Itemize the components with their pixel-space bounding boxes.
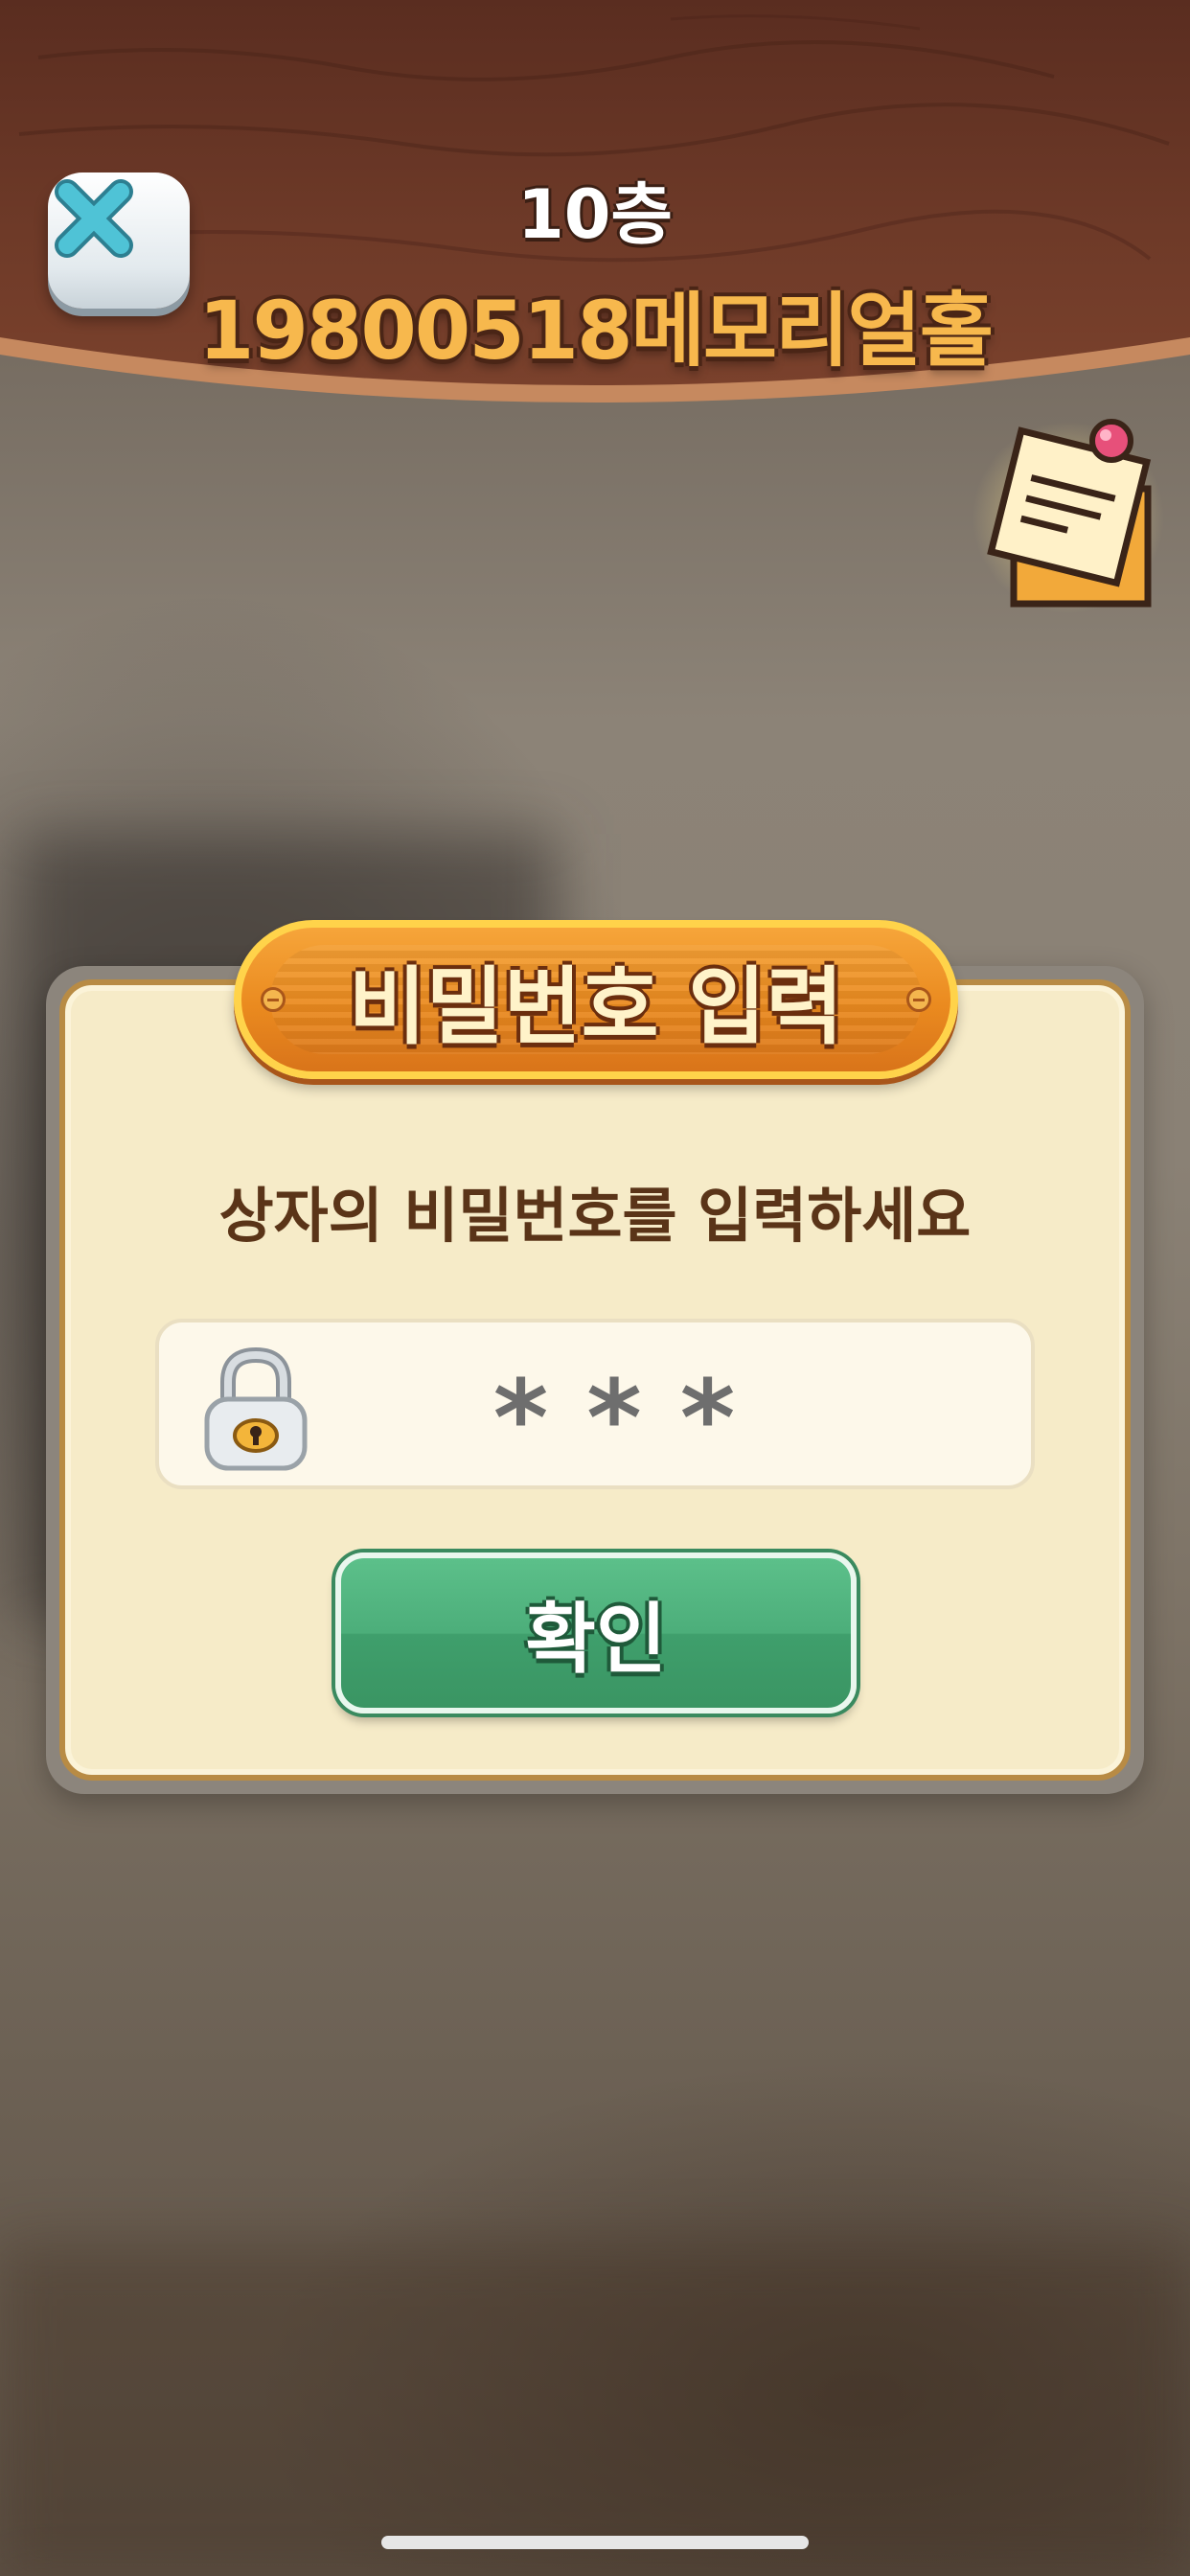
memo-note-icon: [973, 419, 1164, 613]
header-banner: 10층 19800518메모리얼홀: [0, 0, 1190, 422]
memo-button[interactable]: [968, 402, 1169, 632]
dialog-prompt: 상자의 비밀번호를 입력하세요: [218, 1181, 972, 1251]
password-input[interactable]: ***: [155, 1319, 1035, 1489]
dialog-title-plate: 비밀번호 입력: [234, 920, 958, 1079]
confirm-button[interactable]: 확인: [335, 1552, 857, 1714]
screw-icon: [906, 987, 931, 1012]
password-value: ***: [492, 1357, 774, 1480]
screw-icon: [261, 987, 286, 1012]
home-indicator[interactable]: [381, 2536, 809, 2549]
dialog-title: 비밀번호 입력: [348, 956, 844, 1056]
place-name: 19800518메모리얼홀: [198, 284, 994, 378]
background-blur-shape: [0, 2242, 1190, 2576]
confirm-label: 확인: [525, 1595, 667, 1684]
padlock-icon: [204, 1346, 308, 1471]
floor-label: 10층: [517, 175, 673, 254]
